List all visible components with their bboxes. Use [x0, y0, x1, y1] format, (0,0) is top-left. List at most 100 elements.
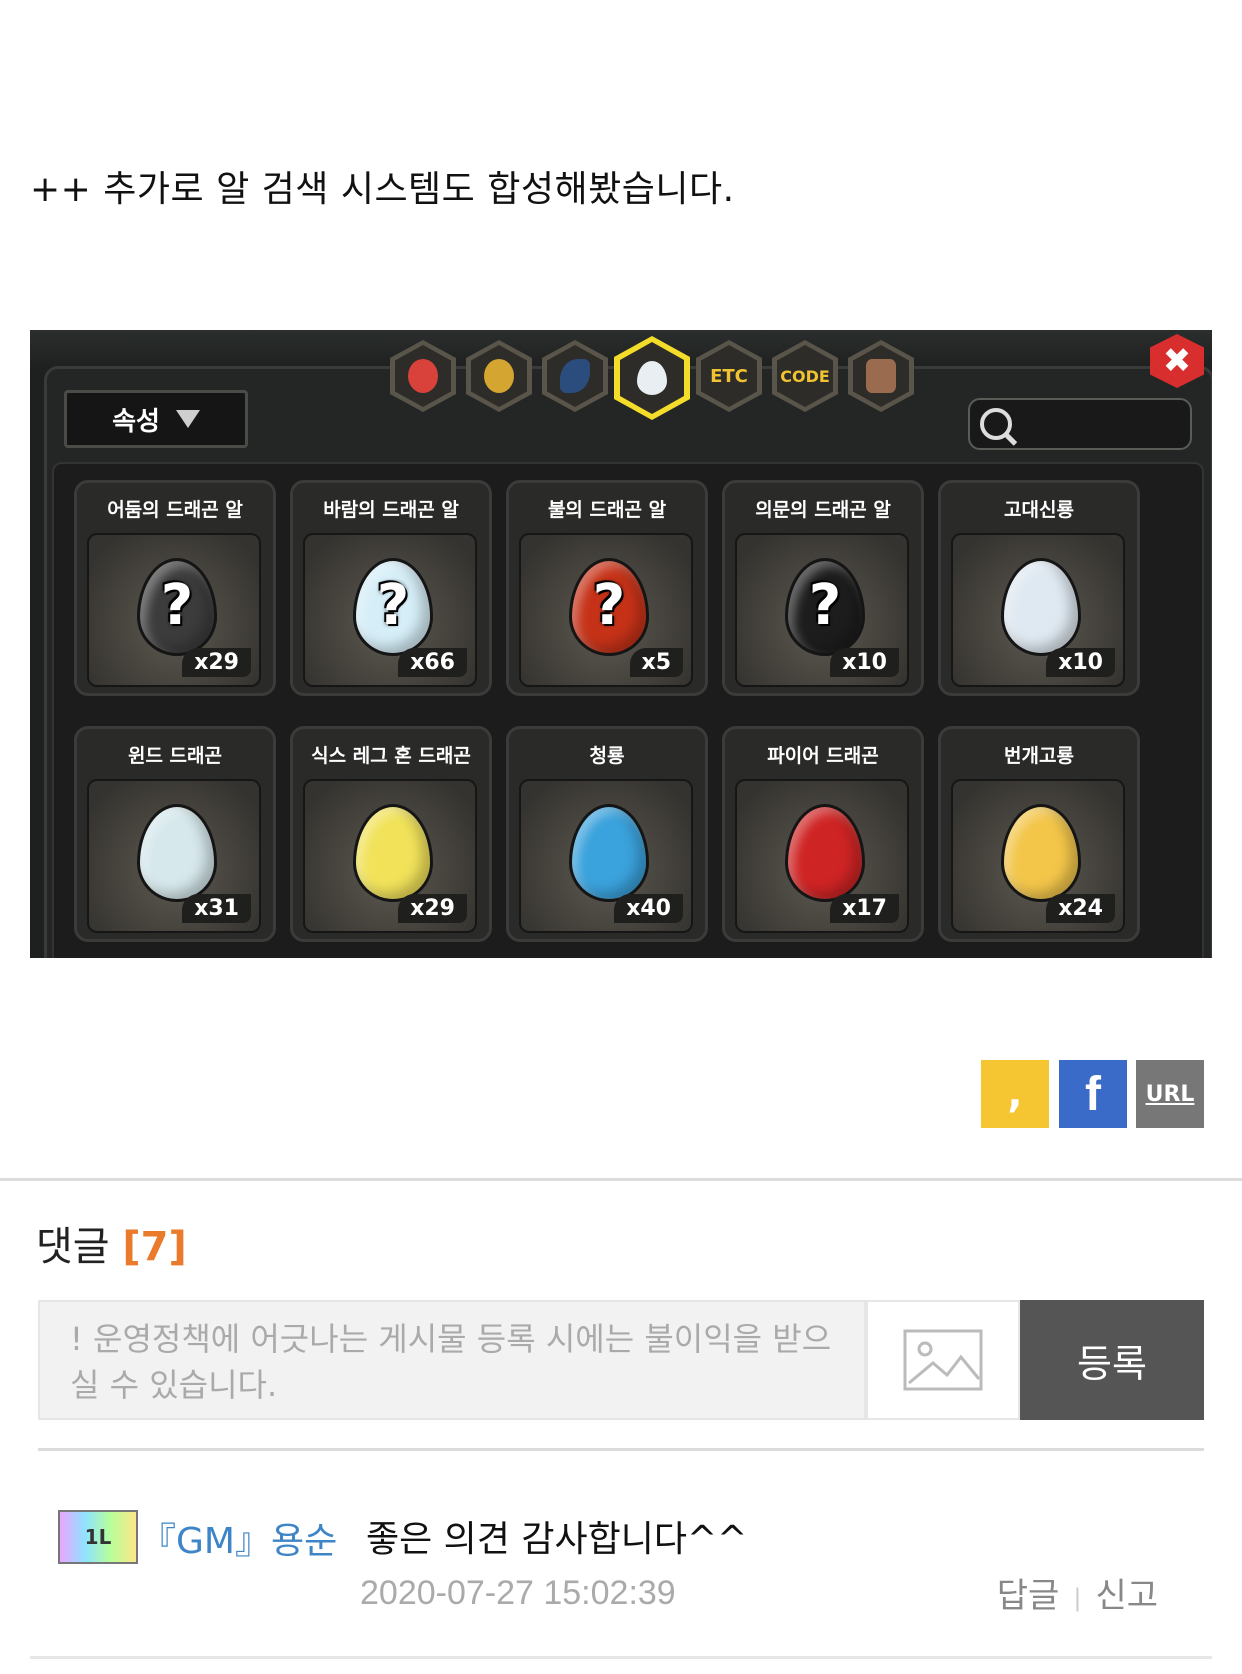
comments-count: [7] [122, 1224, 187, 1270]
mystery-dragon-egg-icon: ? [785, 558, 865, 656]
tab-fruit[interactable] [390, 340, 456, 412]
egg-card-title: 번개고룡 [1004, 745, 1074, 767]
search-icon [980, 408, 1012, 440]
url-copy-button[interactable]: URL [1136, 1060, 1204, 1128]
comments-heading: 댓글 [7] [36, 1214, 187, 1272]
egg-slot: x17 [735, 779, 909, 933]
facebook-share-button[interactable]: f [1059, 1060, 1127, 1128]
comments-title: 댓글 [36, 1224, 110, 1270]
egg-count: x29 [398, 894, 467, 923]
feather-icon [560, 359, 590, 393]
blue-dragon-icon [569, 804, 649, 902]
egg-card[interactable]: 의문의 드래곤 알 ? x10 [722, 480, 924, 696]
egg-card-title: 바람의 드래곤 알 [323, 499, 459, 521]
submit-comment-button[interactable]: 등록 [1020, 1300, 1204, 1420]
close-icon: ✖ [1162, 341, 1192, 381]
egg-card[interactable]: 파이어 드래곤 x17 [722, 726, 924, 942]
tab-code-label: CODE [777, 345, 833, 407]
tab-etc[interactable]: ETC [696, 340, 762, 412]
report-link[interactable]: 신고 [1095, 1576, 1158, 1616]
category-tabs: ETC CODE [390, 336, 990, 420]
egg-slot: ? x10 [735, 533, 909, 687]
egg-card[interactable]: 식스 레그 혼 드래곤 x29 [290, 726, 492, 942]
wind-dragon-icon [137, 804, 217, 902]
gold-icon [484, 359, 514, 393]
egg-slot: x29 [303, 779, 477, 933]
egg-slot: x10 [951, 533, 1125, 687]
comment-bottom-divider [30, 1656, 1212, 1659]
egg-count: x10 [1046, 648, 1115, 677]
image-icon [903, 1329, 983, 1391]
egg-card[interactable]: 어둠의 드래곤 알 ? x29 [74, 480, 276, 696]
tab-egg[interactable] [614, 336, 690, 420]
egg-card-title: 불의 드래곤 알 [547, 499, 667, 521]
filter-label: 속성 [112, 406, 160, 437]
tab-feather[interactable] [542, 340, 608, 412]
dark-dragon-egg-icon: ? [137, 558, 217, 656]
egg-slot: x40 [519, 779, 693, 933]
egg-count: x66 [398, 648, 467, 677]
egg-card-title: 윈드 드래곤 [127, 745, 222, 767]
dragon-icon [866, 359, 896, 393]
post-text: ++ 추가로 알 검색 시스템도 합성해봤습니다. [30, 169, 735, 210]
egg-card[interactable]: 바람의 드래곤 알 ? x66 [290, 480, 492, 696]
egg-card-title: 식스 레그 혼 드래곤 [311, 745, 471, 767]
egg-slot: x24 [951, 779, 1125, 933]
wind-dragon-egg-icon: ? [353, 558, 433, 656]
egg-count: x29 [182, 648, 251, 677]
comments-divider [38, 1448, 1204, 1451]
egg-icon [637, 361, 667, 395]
egg-card[interactable]: 청룡 x40 [506, 726, 708, 942]
kakao-share-button[interactable]: , [981, 1060, 1049, 1128]
url-label: URL [1145, 1081, 1195, 1107]
kakao-icon: , [1007, 1071, 1023, 1117]
attach-image-button[interactable] [866, 1300, 1020, 1420]
tab-etc-label: ETC [701, 345, 757, 407]
egg-count: x10 [830, 648, 899, 677]
user-level-badge: 1L [58, 1510, 138, 1564]
egg-count: x40 [614, 894, 683, 923]
fire-dragon-icon [785, 804, 865, 902]
six-leg-horn-dragon-icon [353, 804, 433, 902]
egg-card-title: 파이어 드래곤 [767, 745, 879, 767]
egg-count: x31 [182, 894, 251, 923]
comment-actions: 답글 | 신고 [997, 1568, 1158, 1617]
comment-input[interactable] [38, 1300, 866, 1420]
egg-card-title: 청룡 [589, 745, 625, 767]
egg-card[interactable]: 불의 드래곤 알 ? x5 [506, 480, 708, 696]
search-input[interactable] [968, 398, 1192, 450]
reply-link[interactable]: 답글 [997, 1576, 1060, 1616]
egg-card[interactable]: 윈드 드래곤 x31 [74, 726, 276, 942]
ancient-dragon-egg-icon [1001, 558, 1081, 656]
facebook-icon: f [1085, 1067, 1101, 1121]
egg-count: x5 [629, 648, 683, 677]
egg-count: x24 [1046, 894, 1115, 923]
egg-card-title: 의문의 드래곤 알 [755, 499, 891, 521]
tab-code[interactable]: CODE [772, 340, 838, 412]
egg-card[interactable]: 고대신룡 x10 [938, 480, 1140, 696]
comment-timestamp: 2020-07-27 15:02:39 [360, 1574, 676, 1612]
comment-body: 좋은 의견 감사합니다^^ [366, 1519, 748, 1560]
lightning-dragon-icon [1001, 804, 1081, 902]
fire-dragon-egg-icon: ? [569, 558, 649, 656]
egg-card-title: 고대신룡 [1004, 499, 1074, 521]
egg-slot: ? x66 [303, 533, 477, 687]
egg-card[interactable]: 번개고룡 x24 [938, 726, 1140, 942]
tab-dragon[interactable] [848, 340, 914, 412]
game-screenshot: ETC CODE ✖ 속성 어둠의 드래곤 알 ? x29 바람의 드래곤 알 … [30, 330, 1212, 958]
chevron-down-icon [175, 410, 200, 428]
action-separator: | [1073, 1583, 1082, 1612]
attribute-filter-dropdown[interactable]: 속성 [64, 390, 248, 448]
comment-editor: 등록 [38, 1300, 1204, 1420]
section-divider [0, 1178, 1242, 1181]
egg-slot: ? x5 [519, 533, 693, 687]
egg-card-title: 어둠의 드래곤 알 [107, 499, 243, 521]
egg-slot: ? x29 [87, 533, 261, 687]
comment-item: 1L 『GM』용순 좋은 의견 감사합니다^^ 2020-07-27 15:02… [58, 1496, 1208, 1616]
egg-count: x17 [830, 894, 899, 923]
egg-slot: x31 [87, 779, 261, 933]
comment-author[interactable]: 『GM』용순 [140, 1512, 337, 1564]
egg-grid: 어둠의 드래곤 알 ? x29 바람의 드래곤 알 ? x66 불의 드래곤 알… [52, 462, 1204, 958]
fruit-icon [408, 359, 438, 393]
tab-gold[interactable] [466, 340, 532, 412]
